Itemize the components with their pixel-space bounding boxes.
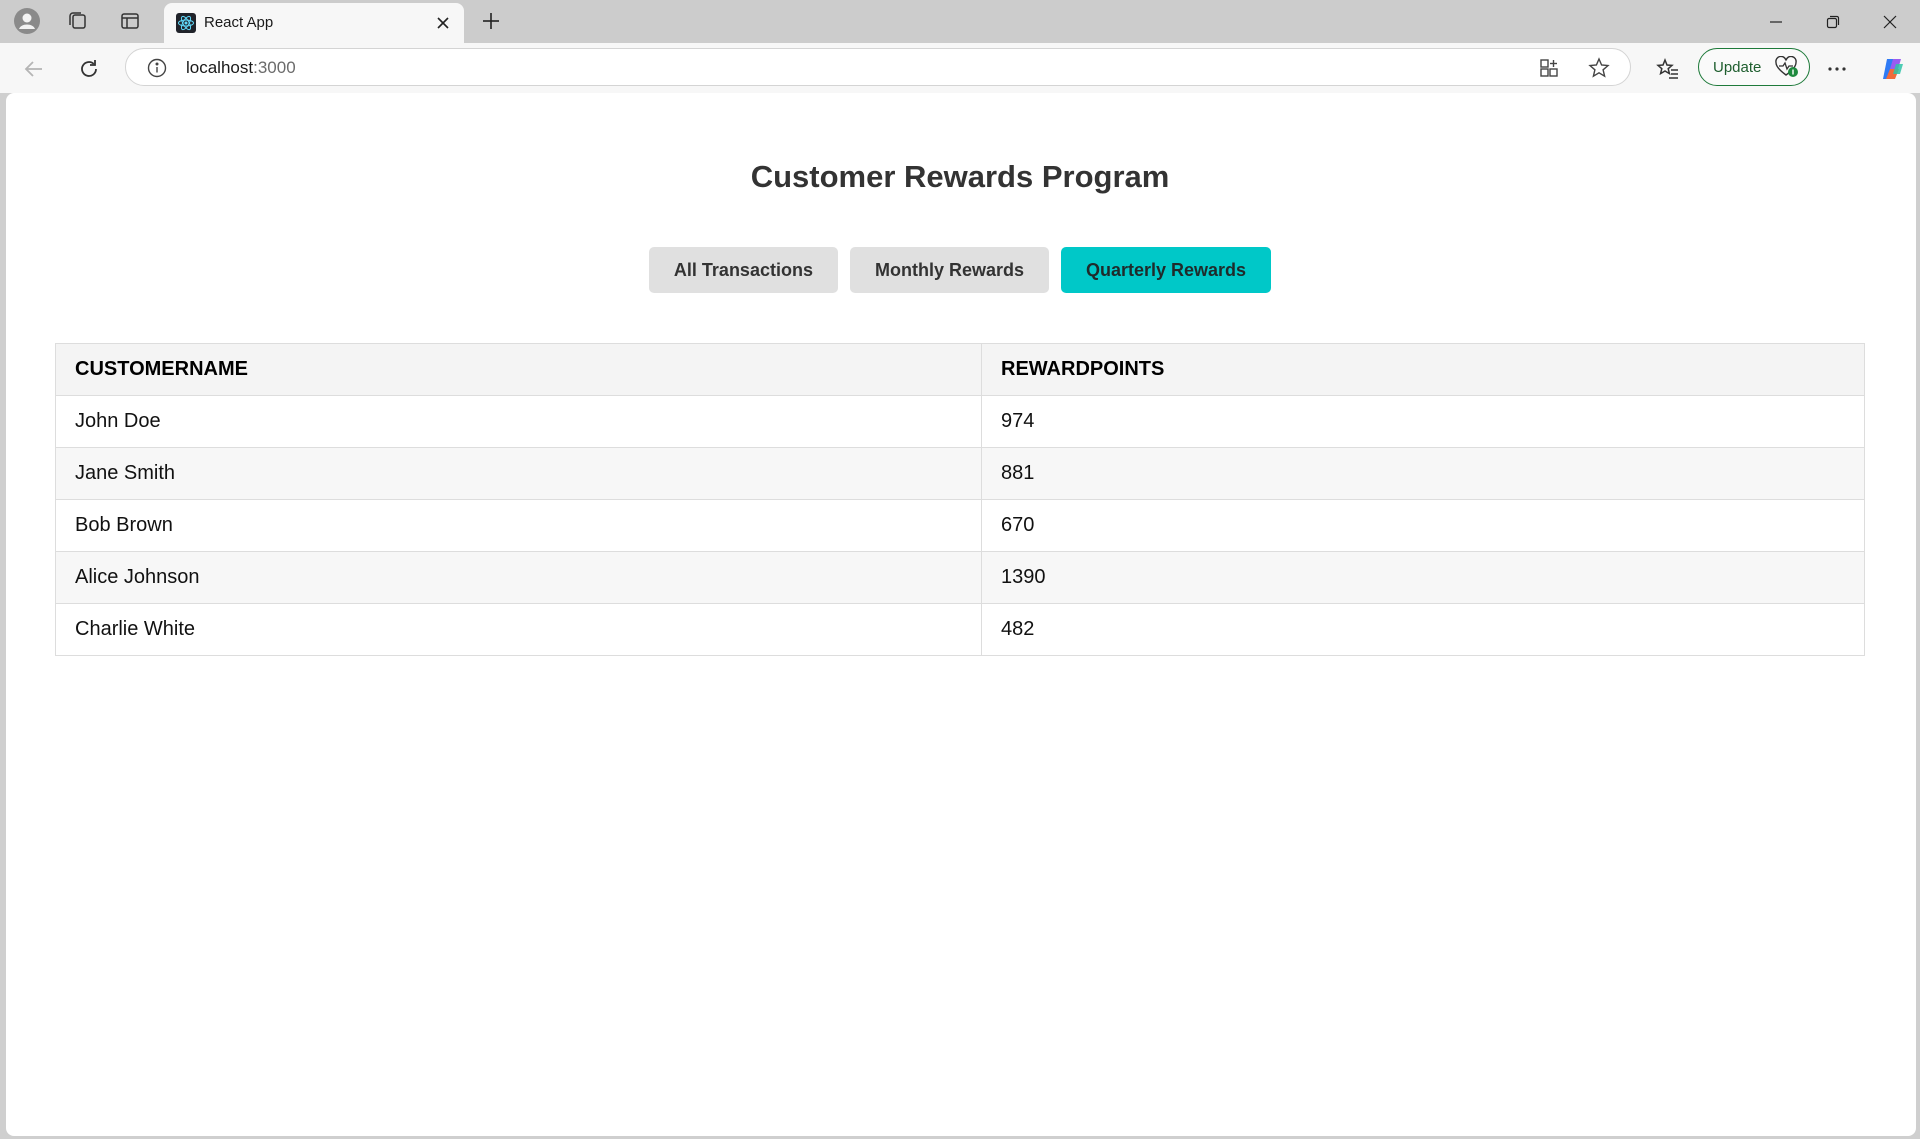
- update-label: Update: [1713, 59, 1762, 76]
- table-header-row: CUSTOMERNAME REWARDPOINTS: [55, 343, 1865, 396]
- reward-points-cell: 482: [981, 603, 1865, 656]
- browser-toolbar: localhost:3000 Update: [0, 43, 1920, 93]
- tab-title: React App: [204, 14, 274, 31]
- new-tab-icon[interactable]: [476, 6, 506, 36]
- address-text[interactable]: localhost:3000: [186, 58, 296, 78]
- table-row: Alice Johnson 1390: [55, 551, 1865, 604]
- minimize-icon[interactable]: [1748, 0, 1804, 43]
- address-bar[interactable]: localhost:3000: [125, 48, 1631, 86]
- site-info-icon[interactable]: [146, 57, 168, 79]
- column-header-rewardpoints: REWARDPOINTS: [981, 343, 1865, 396]
- table-row: Charlie White 482: [55, 603, 1865, 656]
- favorites-icon[interactable]: [1651, 52, 1685, 86]
- reward-points-cell: 670: [981, 499, 1865, 552]
- table-row: Jane Smith 881: [55, 447, 1865, 500]
- close-window-icon[interactable]: [1862, 0, 1918, 43]
- refresh-icon[interactable]: [72, 52, 106, 86]
- quarterly-rewards-button[interactable]: Quarterly Rewards: [1061, 247, 1272, 293]
- close-tab-icon[interactable]: [430, 10, 456, 36]
- page-title: Customer Rewards Program: [750, 159, 1170, 194]
- favorite-star-icon[interactable]: [1586, 55, 1612, 81]
- customer-name-cell: Charlie White: [55, 603, 982, 656]
- table-row: Bob Brown 670: [55, 499, 1865, 552]
- update-button[interactable]: Update: [1698, 48, 1810, 86]
- reward-points-cell: 1390: [981, 551, 1865, 604]
- react-favicon-icon: [176, 13, 196, 33]
- health-check-icon: [1775, 55, 1799, 78]
- page-viewport: Customer Rewards Program All Transaction…: [6, 93, 1916, 1136]
- workspaces-icon[interactable]: [62, 6, 92, 36]
- customer-name-cell: Alice Johnson: [55, 551, 982, 604]
- profile-icon[interactable]: [12, 6, 42, 36]
- customer-name-cell: Jane Smith: [55, 447, 982, 500]
- all-transactions-button[interactable]: All Transactions: [648, 247, 838, 293]
- reward-points-cell: 974: [981, 395, 1865, 448]
- tab-strip: React App: [0, 0, 1920, 43]
- copilot-icon[interactable]: [1876, 52, 1910, 86]
- column-header-customername: CUSTOMERNAME: [55, 343, 982, 396]
- reward-points-cell: 881: [981, 447, 1865, 500]
- browser-tab[interactable]: React App: [164, 3, 464, 43]
- restore-icon[interactable]: [1805, 0, 1861, 43]
- vertical-tabs-icon[interactable]: [115, 6, 145, 36]
- view-switcher: All Transactions Monthly Rewards Quarter…: [6, 247, 1914, 293]
- app-available-icon[interactable]: [1536, 55, 1562, 81]
- customer-name-cell: John Doe: [55, 395, 982, 448]
- table-row: John Doe 974: [55, 395, 1865, 448]
- back-icon[interactable]: [17, 52, 51, 86]
- monthly-rewards-button[interactable]: Monthly Rewards: [849, 247, 1049, 293]
- more-options-icon[interactable]: [1820, 52, 1854, 86]
- customer-name-cell: Bob Brown: [55, 499, 982, 552]
- rewards-table: CUSTOMERNAME REWARDPOINTS John Doe 974 J…: [55, 343, 1865, 656]
